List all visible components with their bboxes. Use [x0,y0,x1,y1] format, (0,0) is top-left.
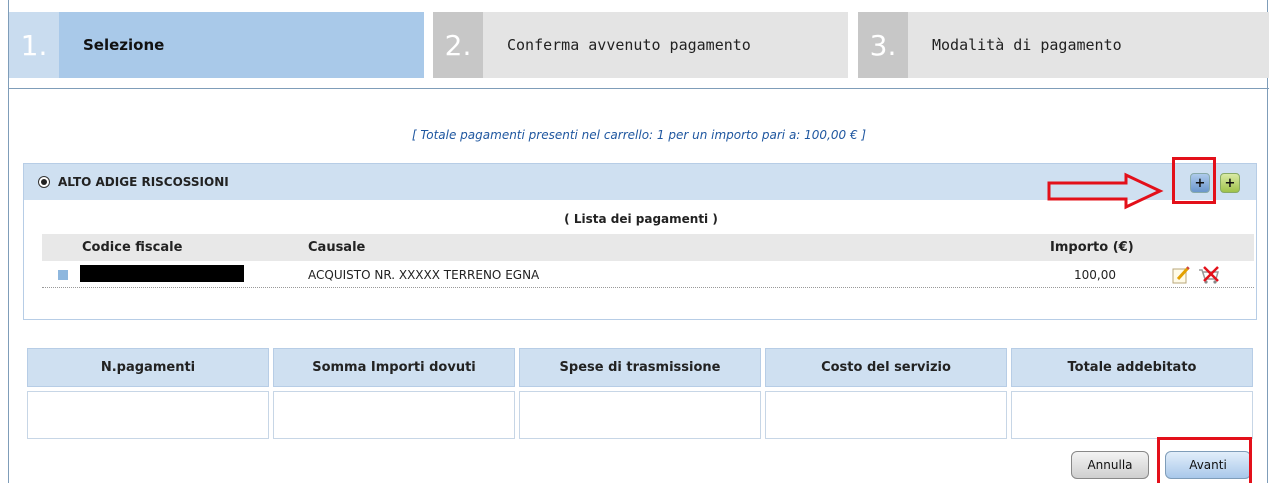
list-title: ( Lista dei pagamenti ) [564,212,718,226]
table-row: ACQUISTO NR. XXXXX TERRENO EGNA 100,00 [42,262,1254,288]
row-bullet-icon [58,270,68,280]
totals-header-costo: Costo del servizio [765,348,1007,387]
totals-table: N.pagamenti Somma Importi dovuti Spese d… [23,344,1257,443]
edit-icon[interactable] [1170,264,1192,286]
totals-cell [1011,391,1253,439]
totals-cell [519,391,761,439]
annulla-button[interactable]: Annulla [1071,451,1149,479]
totals-header-spese: Spese di trasmissione [519,348,761,387]
list-header: Codice fiscale Causale Importo (€) [42,234,1254,261]
red-arrow-annotation [1047,172,1164,210]
totals-header-somma: Somma Importi dovuti [273,348,515,387]
remove-from-cart-icon[interactable] [1196,264,1222,286]
step-conferma[interactable]: 2. Conferma avvenuto pagamento [433,12,848,78]
steps-bar: 1. Selezione 2. Conferma avvenuto pagame… [9,0,1269,89]
payment-frame: 1. Selezione 2. Conferma avvenuto pagame… [8,0,1269,483]
totals-header-totale: Totale addebitato [1011,348,1253,387]
row-causale: ACQUISTO NR. XXXXX TERRENO EGNA [308,268,540,282]
entity-name: ALTO ADIGE RISCOSSIONI [58,175,229,189]
col-causale: Causale [308,240,366,255]
step-selezione[interactable]: 1. Selezione [9,12,424,78]
step-modalita[interactable]: 3. Modalità di pagamento [858,12,1269,78]
step-number: 3. [858,12,908,78]
redacted-codice-fiscale [80,265,244,282]
entity-radio[interactable] [38,176,50,188]
row-importo: 100,00 [1074,268,1116,282]
highlight-avanti-button [1157,437,1252,483]
step-number: 1. [9,12,59,78]
step-label: Modalità di pagamento [932,36,1122,54]
totals-cell [273,391,515,439]
step-label: Conferma avvenuto pagamento [507,36,751,54]
totals-header-npagamenti: N.pagamenti [27,348,269,387]
step-number: 2. [433,12,483,78]
cart-summary: [ Totale pagamenti presenti nel carrello… [411,128,867,142]
add-entity-button[interactable]: + [1220,173,1240,193]
totals-cell [765,391,1007,439]
col-codice-fiscale: Codice fiscale [82,240,183,255]
highlight-add-button [1172,157,1216,204]
step-label: Selezione [83,36,165,54]
col-importo: Importo (€) [1050,240,1134,255]
totals-cell [27,391,269,439]
